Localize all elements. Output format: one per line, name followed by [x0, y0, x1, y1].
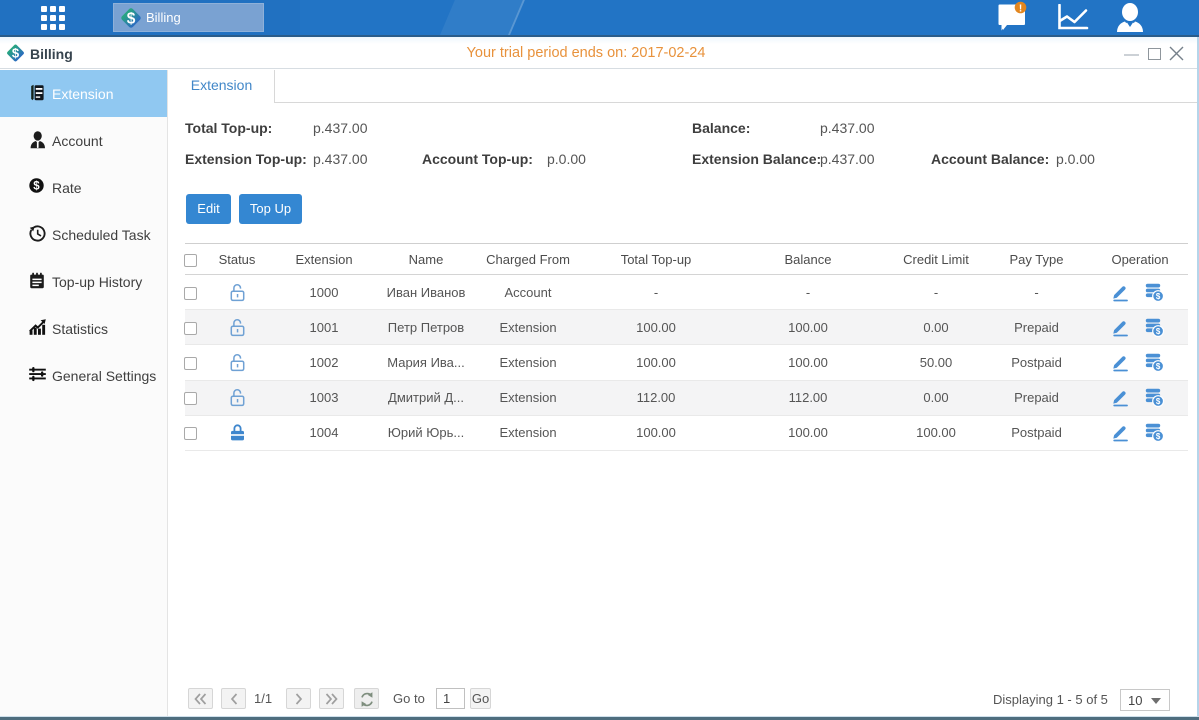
svg-text:$: $ — [1155, 397, 1160, 406]
svg-text:$: $ — [33, 180, 40, 192]
svg-text:$: $ — [1155, 432, 1160, 441]
svg-text:$: $ — [1155, 362, 1160, 371]
svg-text:$: $ — [127, 10, 136, 27]
svg-text:!: ! — [1019, 3, 1022, 14]
svg-text:$: $ — [1155, 291, 1160, 300]
svg-text:$: $ — [1155, 327, 1160, 336]
